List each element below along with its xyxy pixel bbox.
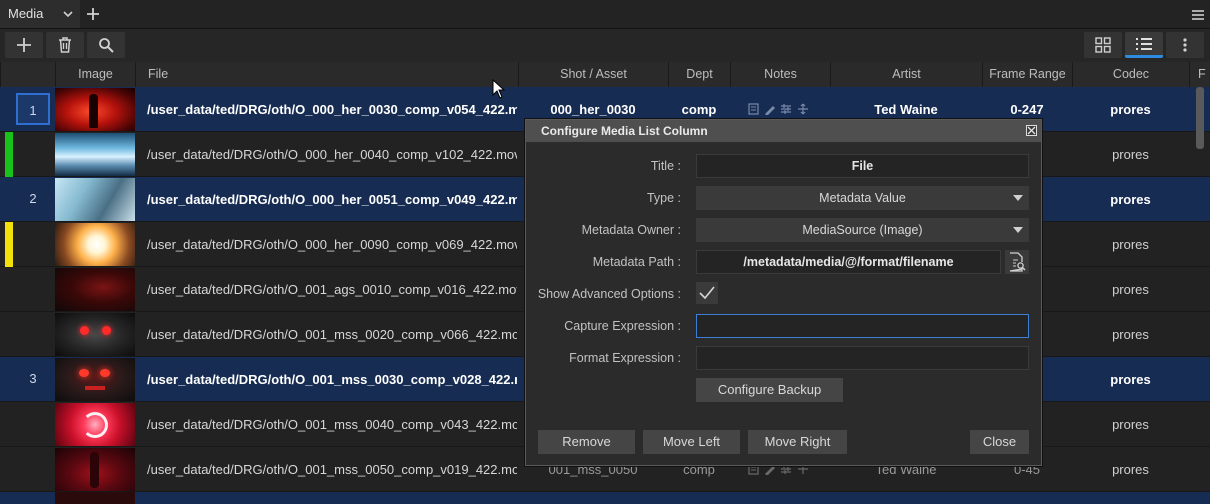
list-view-button[interactable]	[1125, 32, 1163, 58]
cursor-icon	[492, 79, 506, 99]
row-file: /user_data/ted/DRG/oth/O_001_ags_0010_co…	[147, 282, 517, 297]
label-advanced: Show Advanced Options :	[537, 287, 681, 301]
delete-media-button[interactable]	[46, 32, 84, 58]
thumbnail	[55, 178, 135, 221]
path-field[interactable]: /metadata/media/@/format/filename	[696, 250, 1001, 274]
row-file: /user_data/ted/DRG/oth/O_000_her_0090_co…	[147, 237, 517, 252]
capture-expression-input[interactable]	[696, 314, 1029, 338]
label-capture: Capture Expression :	[564, 319, 681, 333]
label-type: Type :	[646, 191, 681, 205]
advanced-checkbox[interactable]	[696, 282, 718, 304]
owner-value: MediaSource (Image)	[802, 223, 923, 237]
dialog-titlebar[interactable]: Configure Media List Column	[526, 120, 1041, 142]
row-file: /user_data/ted/DRG/oth/O_001_mss_0020_co…	[147, 327, 517, 342]
close-button[interactable]: Close	[970, 430, 1029, 454]
header-dept[interactable]: Dept	[668, 62, 730, 87]
chevron-down-icon[interactable]	[62, 8, 74, 20]
owner-select[interactable]: MediaSource (Image)	[696, 218, 1029, 242]
thumbnail	[55, 403, 135, 446]
type-value: Metadata Value	[819, 191, 906, 205]
header-frame-range[interactable]: Frame Range	[982, 62, 1072, 87]
dialog-title: Configure Media List Column	[541, 124, 708, 138]
row-index: 1	[16, 93, 50, 125]
label-owner: Metadata Owner :	[581, 223, 681, 237]
grid-view-button[interactable]	[1084, 32, 1122, 58]
thumbnail	[55, 268, 135, 311]
row-codec: prores	[1112, 462, 1149, 477]
tab-bar: Media	[0, 0, 1210, 29]
label-title: Title :	[650, 159, 681, 173]
close-icon[interactable]	[1026, 125, 1037, 136]
browse-file-icon	[1009, 252, 1026, 272]
move-right-button[interactable]: Move Right	[748, 430, 847, 454]
color-flag	[5, 132, 13, 177]
row-codec: prores	[1112, 147, 1149, 162]
remove-button[interactable]: Remove	[538, 430, 635, 454]
row-file: /user_data/ted/DRG/oth/O_001_mss_0040_co…	[147, 417, 517, 432]
row-file: /user_data/ted/DRG/oth/O_000_her_0030_co…	[147, 102, 517, 117]
more-vert-icon	[1183, 38, 1187, 52]
header-file[interactable]: File	[135, 62, 518, 87]
row-codec: prores	[1112, 282, 1149, 297]
chevron-down-icon	[1013, 195, 1023, 201]
thumbnail	[55, 448, 135, 491]
more-options-button[interactable]	[1166, 32, 1204, 58]
format-expression-input[interactable]	[696, 346, 1029, 370]
row-file: /user_data/ted/DRG/oth/O_000_her_0040_co…	[147, 147, 517, 162]
row-codec: prores	[1110, 372, 1151, 387]
grid-view-icon	[1095, 37, 1111, 53]
move-left-button[interactable]: Move Left	[643, 430, 740, 454]
search-icon	[99, 38, 114, 53]
title-field[interactable]: File	[696, 154, 1029, 178]
chevron-down-icon	[1013, 227, 1023, 233]
plus-icon	[17, 38, 31, 52]
thumbnail	[55, 223, 135, 266]
row-codec: prores	[1112, 237, 1149, 252]
configure-backup-button[interactable]: Configure Backup	[696, 378, 843, 402]
row-index: 3	[29, 371, 37, 386]
header-notes[interactable]: Notes	[730, 62, 830, 87]
header-artist[interactable]: Artist	[830, 62, 982, 87]
header-index[interactable]	[0, 62, 55, 87]
header-image[interactable]: Image	[55, 62, 135, 87]
row-file: /user_data/ted/DRG/oth/O_001_mss_0030_co…	[147, 372, 517, 387]
list-view-icon	[1136, 37, 1152, 50]
row-index: 2	[29, 191, 37, 206]
header-file-label: File	[148, 67, 169, 81]
label-format: Format Expression :	[569, 351, 681, 365]
color-flag	[5, 222, 13, 267]
row-codec: prores	[1110, 192, 1151, 207]
row-file: /user_data/ted/DRG/oth/O_001_mss_0050_co…	[147, 462, 517, 477]
row-file: /user_data/ted/DRG/oth/O_000_her_0051_co…	[147, 192, 517, 207]
thumbnail	[55, 133, 135, 176]
thumbnail	[55, 88, 135, 131]
browse-button[interactable]	[1005, 250, 1029, 274]
column-header: Image File Shot / Asset Dept Notes Artis…	[0, 62, 1210, 144]
add-media-button[interactable]	[5, 32, 43, 58]
header-shot-asset[interactable]: Shot / Asset	[518, 62, 668, 87]
type-select[interactable]: Metadata Value	[696, 186, 1029, 210]
tab-media[interactable]: Media	[0, 0, 80, 28]
add-tab-icon[interactable]	[86, 7, 100, 21]
thumbnail	[55, 492, 135, 504]
table-row-partial[interactable]	[0, 492, 1210, 504]
checkmark-icon	[699, 286, 715, 300]
thumbnail	[55, 313, 135, 356]
header-codec[interactable]: Codec	[1072, 62, 1189, 87]
notes-icons[interactable]	[748, 103, 812, 115]
label-path: Metadata Path :	[592, 255, 681, 269]
configure-column-dialog: Configure Media List Column Title : File…	[525, 119, 1042, 466]
trash-icon	[59, 37, 71, 53]
thumbnail	[55, 358, 135, 401]
search-button[interactable]	[87, 32, 125, 58]
row-codec: prores	[1112, 327, 1149, 342]
header-f[interactable]: F	[1189, 62, 1210, 87]
tab-label: Media	[8, 6, 44, 21]
vertical-scrollbar[interactable]	[1196, 87, 1204, 149]
toolbar	[0, 29, 1210, 62]
row-codec: prores	[1112, 417, 1149, 432]
row-codec: prores	[1110, 102, 1151, 117]
hamburger-icon[interactable]	[1191, 9, 1205, 21]
